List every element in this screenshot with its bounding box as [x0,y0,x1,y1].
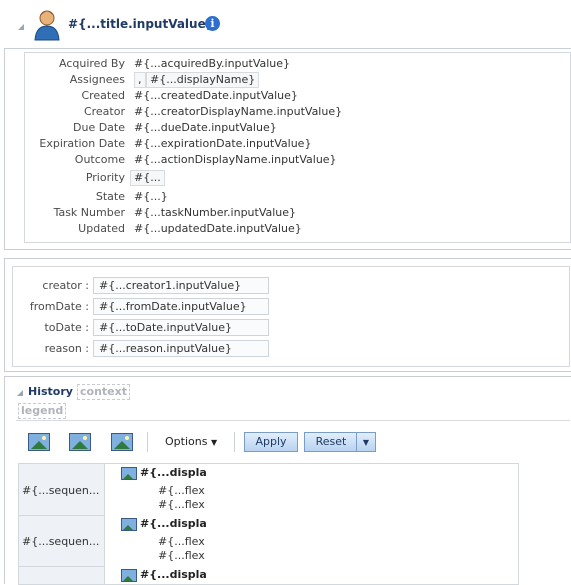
detail-value: #{... [130,170,165,186]
toolbar-separator [147,432,148,452]
options-label: Options [165,435,208,448]
toolbar-image-1-icon[interactable] [28,433,50,451]
toolbar-image-2-icon[interactable] [69,433,91,451]
toolbar-separator-2 [234,432,235,452]
reset-dropdown-button[interactable]: ▼ [356,432,376,452]
history-title: History [28,385,73,398]
detail-value: #{...updatedDate.inputValue} [134,222,302,235]
history-divider [16,420,570,421]
detail-value: #{...} [134,190,168,203]
sequence-cell: #{...sequen... [22,484,100,497]
info-icon[interactable]: i [205,16,220,31]
history-table: #{...sequen... #{...displa #{...flex! #{...… [18,463,519,585]
flex-field-value: #{...flex! [158,498,206,511]
history-collapse-icon[interactable] [17,390,23,396]
detail-label: Task Number [53,206,125,219]
collapse-toggle-icon[interactable] [18,24,24,30]
options-menu[interactable]: Options ▼ [165,435,217,448]
detail-label: Expiration Date [39,137,125,150]
row-image-icon [121,569,137,582]
detail-value: #{...acquiredBy.inputValue} [134,57,291,70]
row-image-icon [121,467,137,480]
toolbar-image-3-icon[interactable] [111,433,133,451]
detail-value: #{...dueDate.inputValue} [134,121,277,134]
display-name-link[interactable]: #{...displa [140,466,206,479]
detail-value: #{...expirationDate.inputValue} [134,137,312,150]
flex-field-value: #{...flex! [158,549,206,562]
detail-label: State [95,190,125,203]
chevron-down-icon: ▼ [210,438,218,447]
row-separator [19,566,104,567]
detail-label: Updated [78,222,125,235]
parameter-label: toDate : [44,321,89,334]
parameter-label: creator : [42,279,89,292]
parameter-field[interactable]: #{...toDate.inputValue} [93,319,269,336]
parameter-field[interactable]: #{...reason.inputValue} [93,340,269,357]
user-icon [34,9,60,41]
apply-button[interactable]: Apply [244,432,298,452]
display-name-link[interactable]: #{...displa [140,568,206,581]
history-context[interactable]: context [77,384,130,400]
flex-field-value: #{...flex! [158,484,206,497]
task-title: #{...title.inputValue} [68,17,215,31]
display-name-link[interactable]: #{...displa [140,517,206,530]
detail-label: Created [81,89,125,102]
detail-label: Creator [83,105,125,118]
detail-value: #{...createdDate.inputValue} [134,89,298,102]
history-legend[interactable]: legend [18,403,67,419]
detail-label: Assignees [69,73,125,86]
parameter-label: reason : [44,342,89,355]
detail-value: #{...actionDisplayName.inputValue} [134,153,337,166]
detail-label: Outcome [74,153,125,166]
row-image-icon [121,518,137,531]
row-separator [19,515,104,516]
detail-value: #{...taskNumber.inputValue} [134,206,297,219]
parameter-field[interactable]: #{...fromDate.inputValue} [93,298,269,315]
detail-label: Due Date [73,121,125,134]
detail-label: Acquired By [59,57,125,70]
parameter-field[interactable]: #{...creator1.inputValue} [93,277,269,294]
assignees-separator: , [134,72,146,88]
flex-field-value: #{...flex! [158,535,206,548]
chevron-down-icon: ▼ [362,438,370,447]
parameter-label: fromDate : [29,300,89,313]
task-header: #{...title.inputValue} i [0,0,571,50]
reset-button[interactable]: Reset [304,432,358,452]
sequence-cell: #{...sequen... [22,535,100,548]
detail-value: #{...creatorDisplayName.inputValue} [134,105,343,118]
detail-label: Priority [85,171,125,184]
detail-value: #{...displayName} [146,72,260,88]
